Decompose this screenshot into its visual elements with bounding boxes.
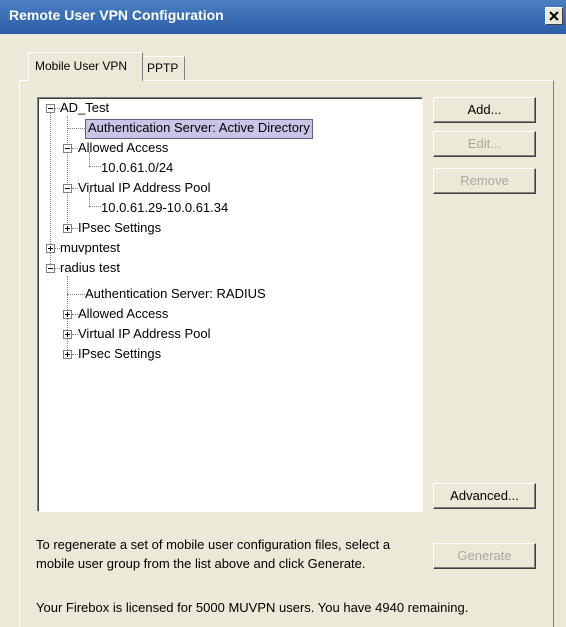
tree-node-ad-test[interactable]: AD_Test — [60, 99, 109, 117]
regenerate-line-1: To regenerate a set of mobile user confi… — [36, 537, 391, 552]
advanced-button[interactable]: Advanced... — [433, 483, 536, 509]
close-icon — [549, 11, 559, 21]
window-title: Remote User VPN Configuration — [9, 7, 224, 23]
expand-icon[interactable] — [46, 244, 55, 253]
title-bar[interactable]: Remote User VPN Configuration — [0, 0, 566, 34]
tree-connector — [67, 128, 85, 129]
regenerate-line-2: mobile user group from the list above an… — [36, 556, 366, 571]
expand-icon[interactable] — [63, 350, 72, 359]
tree-connector — [67, 294, 85, 295]
close-button[interactable] — [545, 7, 563, 25]
collapse-icon[interactable] — [46, 264, 55, 273]
tree-node-allowed-access[interactable]: Allowed Access — [78, 139, 168, 157]
expand-icon[interactable] — [63, 224, 72, 233]
expand-icon[interactable] — [63, 310, 72, 319]
tree-connector — [89, 206, 101, 207]
tree-node-ip-range[interactable]: 10.0.61.29-10.0.61.34 — [101, 199, 228, 217]
tab-mobile-user-vpn-label: Mobile User VPN — [35, 59, 128, 73]
remove-button[interactable]: Remove — [433, 168, 536, 194]
tree-node-ipsec-settings[interactable]: IPsec Settings — [78, 345, 161, 363]
vpn-config-dialog: Remote User VPN Configuration PPTP Mobil… — [0, 0, 566, 627]
vpn-group-tree[interactable]: AD_Test Authentication Server: Active Di… — [37, 97, 423, 512]
license-status: Your Firebox is licensed for 5000 MUVPN … — [36, 600, 469, 615]
add-button[interactable]: Add... — [433, 97, 536, 123]
edit-button[interactable]: Edit... — [433, 131, 536, 157]
tab-pptp[interactable]: PPTP — [140, 56, 186, 80]
tree-node-ipsec-settings[interactable]: IPsec Settings — [78, 219, 161, 237]
tree-node-muvpntest[interactable]: muvpntest — [60, 239, 120, 257]
tree-node-allowed-access[interactable]: Allowed Access — [78, 305, 168, 323]
tab-pptp-label: PPTP — [147, 61, 179, 75]
expand-icon[interactable] — [63, 330, 72, 339]
tree-node-virtual-ip-pool[interactable]: Virtual IP Address Pool — [78, 179, 211, 197]
generate-button[interactable]: Generate — [433, 543, 536, 569]
regenerate-instructions: To regenerate a set of mobile user confi… — [36, 535, 390, 573]
collapse-icon[interactable] — [63, 144, 72, 153]
tree-node-radius-test[interactable]: radius test — [60, 259, 120, 277]
tab-mobile-user-vpn[interactable]: Mobile User VPN — [28, 52, 143, 81]
tree-node-virtual-ip-pool[interactable]: Virtual IP Address Pool — [78, 325, 211, 343]
tree-connector — [67, 116, 68, 233]
tree-connector — [89, 166, 101, 167]
tree-node-auth-server-ad[interactable]: Authentication Server: Active Directory — [85, 119, 313, 139]
collapse-icon[interactable] — [46, 104, 55, 113]
tree-node-auth-server-radius[interactable]: Authentication Server: RADIUS — [85, 285, 266, 303]
tree-node-subnet[interactable]: 10.0.61.0/24 — [101, 159, 173, 177]
collapse-icon[interactable] — [63, 184, 72, 193]
